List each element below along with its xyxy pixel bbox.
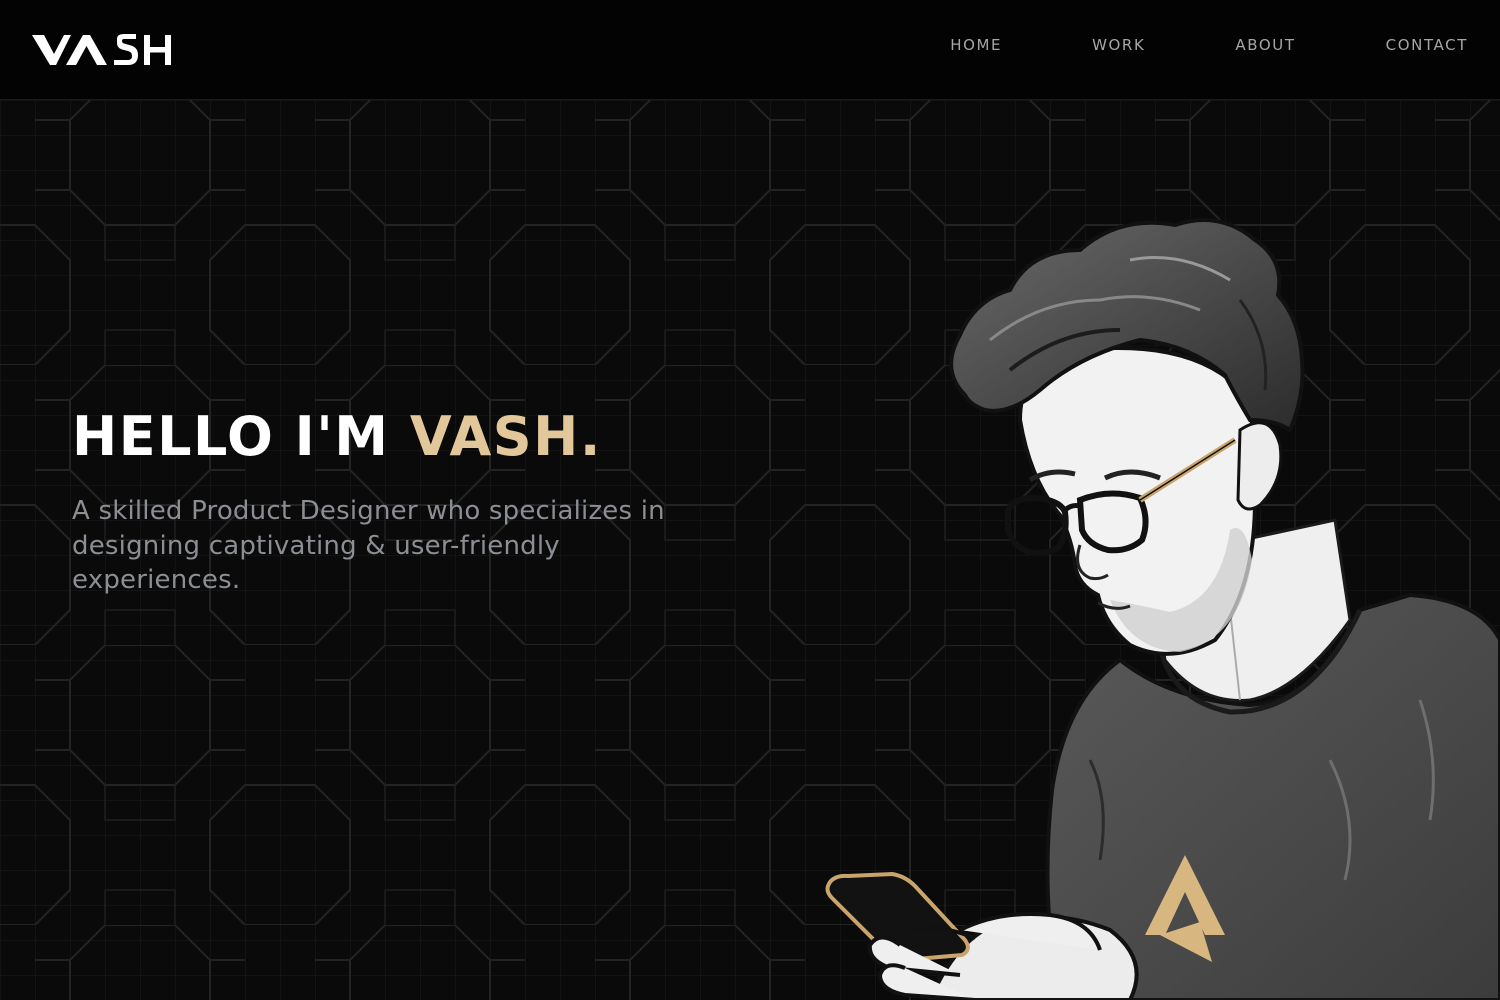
vash-logo[interactable] bbox=[30, 30, 176, 70]
hero-title-name: VASH. bbox=[409, 405, 602, 468]
hero-title-prefix: HELLO I'M bbox=[72, 405, 410, 468]
vash-logo-icon bbox=[32, 34, 171, 65]
hero-subtitle: A skilled Product Designer who specializ… bbox=[72, 496, 665, 595]
page: HOME WORK ABOUT CONTACT HELLO I'M VASH. … bbox=[0, 0, 1500, 1000]
nav-work-link[interactable]: WORK bbox=[1092, 35, 1145, 55]
nav-about-link[interactable]: ABOUT bbox=[1235, 35, 1295, 55]
designer-illustration bbox=[825, 218, 1500, 1000]
hero-title: HELLO I'M VASH. bbox=[72, 402, 732, 472]
nav-home-link[interactable]: HOME bbox=[950, 35, 1002, 55]
main-nav: HOME WORK ABOUT CONTACT bbox=[950, 35, 1468, 55]
hero-section: HELLO I'M VASH. A skilled Product Design… bbox=[72, 402, 732, 598]
ear bbox=[1236, 421, 1283, 511]
nav-contact-link[interactable]: CONTACT bbox=[1386, 35, 1468, 55]
site-header: HOME WORK ABOUT CONTACT bbox=[0, 0, 1500, 100]
